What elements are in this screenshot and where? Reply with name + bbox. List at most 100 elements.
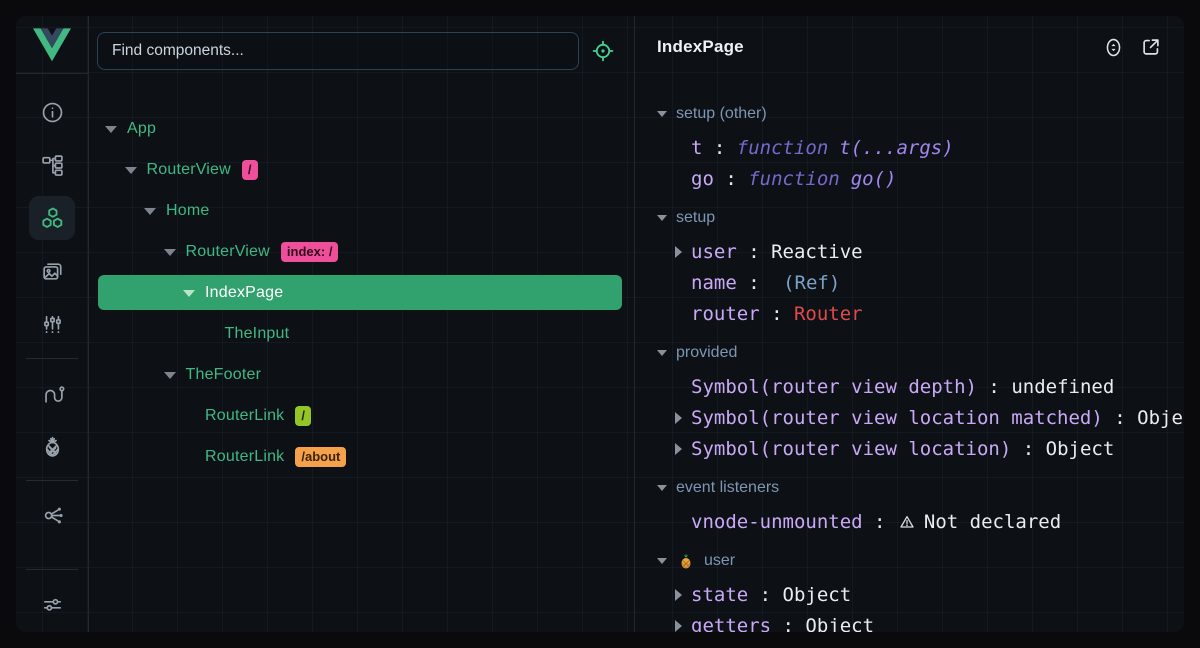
property-key: router	[691, 303, 760, 325]
caret-down-icon[interactable]	[164, 371, 174, 379]
search-input[interactable]	[98, 42, 578, 60]
inspector-row[interactable]: user : Reactive	[657, 236, 1184, 267]
caret-down-icon[interactable]	[125, 166, 135, 174]
key-value-separator: :	[748, 584, 782, 606]
pineapple-icon	[676, 552, 695, 571]
caret-down-icon[interactable]	[183, 289, 193, 297]
caret-down-icon	[657, 557, 667, 565]
property-key: Symbol(router view location)	[691, 438, 1011, 460]
caret-right-icon[interactable]	[673, 246, 685, 258]
tree-node-routerlink[interactable]: RouterLink/	[98, 395, 622, 436]
scroll-to-component-button[interactable]	[1102, 36, 1125, 59]
inspector-header: IndexPage	[635, 16, 1184, 78]
section-header-setup-other-[interactable]: setup (other)	[657, 96, 1184, 132]
tree-node-indexpage[interactable]: IndexPage	[98, 275, 622, 310]
key-value-separator: :	[737, 272, 771, 294]
section-header-user[interactable]: user	[657, 543, 1184, 579]
section-header-provided[interactable]: provided	[657, 335, 1184, 371]
inspector-header-buttons	[1102, 36, 1162, 59]
inspector-row[interactable]: name : (Ref)	[657, 267, 1184, 298]
tree-node-theinput[interactable]: TheInput	[98, 313, 622, 354]
sidebar-item-component-tree[interactable]	[29, 143, 75, 187]
caret-spacer	[203, 330, 213, 338]
sidebar-item-settings[interactable]	[29, 582, 75, 626]
property-value: function	[737, 137, 829, 159]
graph-icon	[40, 503, 65, 528]
caret-right-icon[interactable]	[673, 412, 685, 424]
tree-node-app[interactable]: App	[98, 108, 622, 149]
inspector-row[interactable]: t : functiont(...args)	[657, 132, 1184, 163]
property-value: (Ref)	[783, 272, 840, 294]
tree-node-label: RouterView	[186, 243, 270, 261]
target-icon	[591, 39, 615, 63]
section-label: setup (other)	[676, 105, 767, 123]
sidebar-item-components[interactable]	[29, 196, 75, 240]
property-value: function	[748, 168, 840, 190]
section-header-setup[interactable]: setup	[657, 200, 1184, 236]
caret-spacer	[183, 412, 193, 420]
inspector-row[interactable]: router : Router	[657, 298, 1184, 329]
components-icon	[39, 205, 65, 231]
inspector-row[interactable]: Symbol(router view location matched) : O…	[657, 402, 1184, 433]
sidebar-item-assets[interactable]	[29, 249, 75, 293]
tree-node-label: IndexPage	[205, 284, 283, 302]
sidebar-item-router[interactable]	[29, 371, 75, 415]
property-value: Not declared	[924, 511, 1061, 533]
sidebar-item-timeline[interactable]	[29, 302, 75, 346]
caret-spacer	[673, 308, 685, 320]
caret-down-icon[interactable]	[105, 125, 115, 133]
sidebar	[16, 16, 89, 632]
property-value: t(...args)	[839, 137, 953, 159]
tree-node-thefooter[interactable]: TheFooter	[98, 354, 622, 395]
property-key: name	[691, 272, 737, 294]
caret-right-icon[interactable]	[673, 620, 685, 632]
inspector-section: event listenersvnode-unmounted : Not dec…	[657, 470, 1184, 537]
inspector-row[interactable]: go : functiongo()	[657, 163, 1184, 194]
section-label: user	[704, 552, 735, 570]
inspector-title: IndexPage	[657, 37, 744, 57]
caret-down-icon[interactable]	[144, 207, 154, 215]
sidebar-divider	[26, 480, 78, 481]
tree-node-routerlink[interactable]: RouterLink/about	[98, 436, 622, 477]
section-label: provided	[676, 344, 737, 362]
tree-node-home[interactable]: Home	[98, 190, 622, 231]
sidebar-item-info[interactable]	[29, 90, 75, 134]
scroll-to-component-icon	[1102, 36, 1125, 59]
tree-node-routerview[interactable]: RouterView/	[98, 149, 622, 190]
key-value-separator: :	[1011, 438, 1045, 460]
property-key: Symbol(router view location matched)	[691, 407, 1103, 429]
tree-toolbar	[89, 16, 634, 94]
inspector-row[interactable]: getters : Object	[657, 610, 1184, 632]
caret-right-icon[interactable]	[673, 443, 685, 455]
inspector-row[interactable]: Symbol(router view depth) : undefined	[657, 371, 1184, 402]
inspector-row[interactable]: Symbol(router view location) : Object	[657, 433, 1184, 464]
caret-spacer	[673, 381, 685, 393]
property-value: Object	[805, 615, 874, 633]
sidebar-item-pinia[interactable]	[29, 424, 75, 468]
tree-node-routerview[interactable]: RouterViewindex: /	[98, 231, 622, 272]
property-value: Object	[783, 584, 852, 606]
inspector-body: setup (other)t : functiont(...args)go : …	[635, 78, 1184, 632]
open-in-editor-icon	[1140, 36, 1162, 58]
sidebar-divider	[26, 358, 78, 359]
caret-down-icon[interactable]	[164, 248, 174, 256]
inspector-row[interactable]: vnode-unmounted : Not declared	[657, 506, 1184, 537]
locate-component-button[interactable]	[584, 32, 622, 70]
caret-spacer	[673, 142, 685, 154]
sidebar-nav	[16, 74, 88, 632]
tree-node-label: TheInput	[225, 325, 290, 343]
caret-right-icon[interactable]	[673, 589, 685, 601]
pinia-icon	[40, 434, 65, 459]
inspector-section: user state : Objectgetters : Object	[657, 543, 1184, 632]
property-key: go	[691, 168, 714, 190]
key-value-separator: :	[863, 511, 897, 533]
sidebar-item-graph[interactable]	[29, 493, 75, 537]
property-value: go()	[851, 168, 897, 190]
property-key: user	[691, 241, 737, 263]
component-tree: AppRouterView/HomeRouterViewindex: / Inde…	[89, 94, 634, 632]
property-value: Reactive	[771, 241, 863, 263]
section-header-event-listeners[interactable]: event listeners	[657, 470, 1184, 506]
components-tree-panel: AppRouterView/HomeRouterViewindex: / Inde…	[89, 16, 635, 632]
open-in-editor-button[interactable]	[1140, 36, 1162, 58]
inspector-row[interactable]: state : Object	[657, 579, 1184, 610]
